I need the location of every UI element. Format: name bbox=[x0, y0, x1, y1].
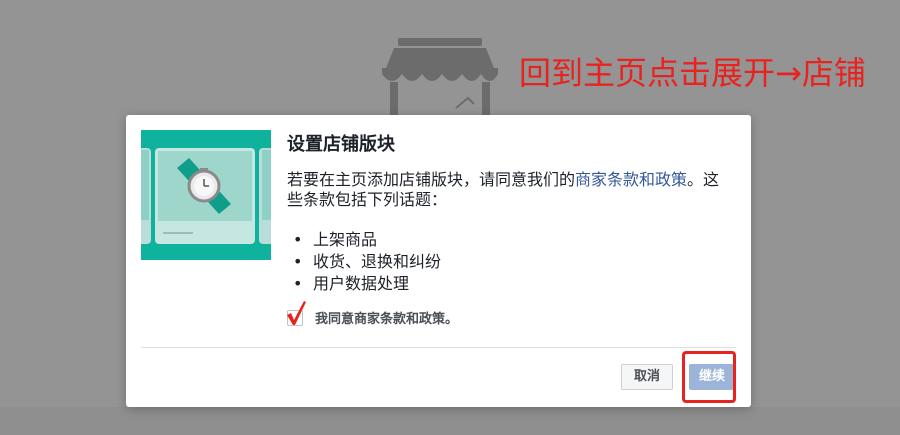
topics-list: • 上架商品 • 收货、退换和纠纷 • 用户数据处理 bbox=[287, 229, 441, 295]
intro-text: 若要在主页添加店铺版块，请同意我们的 bbox=[287, 170, 576, 189]
dialog-description: 若要在主页添加店铺版块，请同意我们的商家条款和政策。这些条款包括下列话题： bbox=[287, 170, 727, 210]
shop-setup-dialog: 设置店铺版块 若要在主页添加店铺版块，请同意我们的商家条款和政策。这些条款包括下… bbox=[126, 115, 751, 407]
divider bbox=[141, 347, 736, 348]
red-check-icon bbox=[287, 301, 306, 325]
list-item: • 收货、退换和纠纷 bbox=[293, 252, 442, 271]
tutorial-annotation: 回到主页点击展开→店铺 bbox=[519, 54, 866, 92]
product-cards-illustration bbox=[141, 148, 271, 244]
shop-icon bbox=[382, 38, 498, 118]
shop-illustration bbox=[141, 130, 271, 260]
page-footer-strip bbox=[0, 407, 900, 435]
dialog-title: 设置店铺版块 bbox=[287, 134, 395, 155]
agree-label: 我同意商家条款和政策。 bbox=[315, 312, 459, 327]
cancel-button[interactable]: 取消 bbox=[621, 364, 673, 390]
highlight-box bbox=[682, 351, 736, 403]
terms-link[interactable]: 商家条款和政策 bbox=[575, 170, 687, 189]
list-item: • 用户数据处理 bbox=[293, 274, 410, 293]
list-item: • 上架商品 bbox=[293, 230, 378, 249]
